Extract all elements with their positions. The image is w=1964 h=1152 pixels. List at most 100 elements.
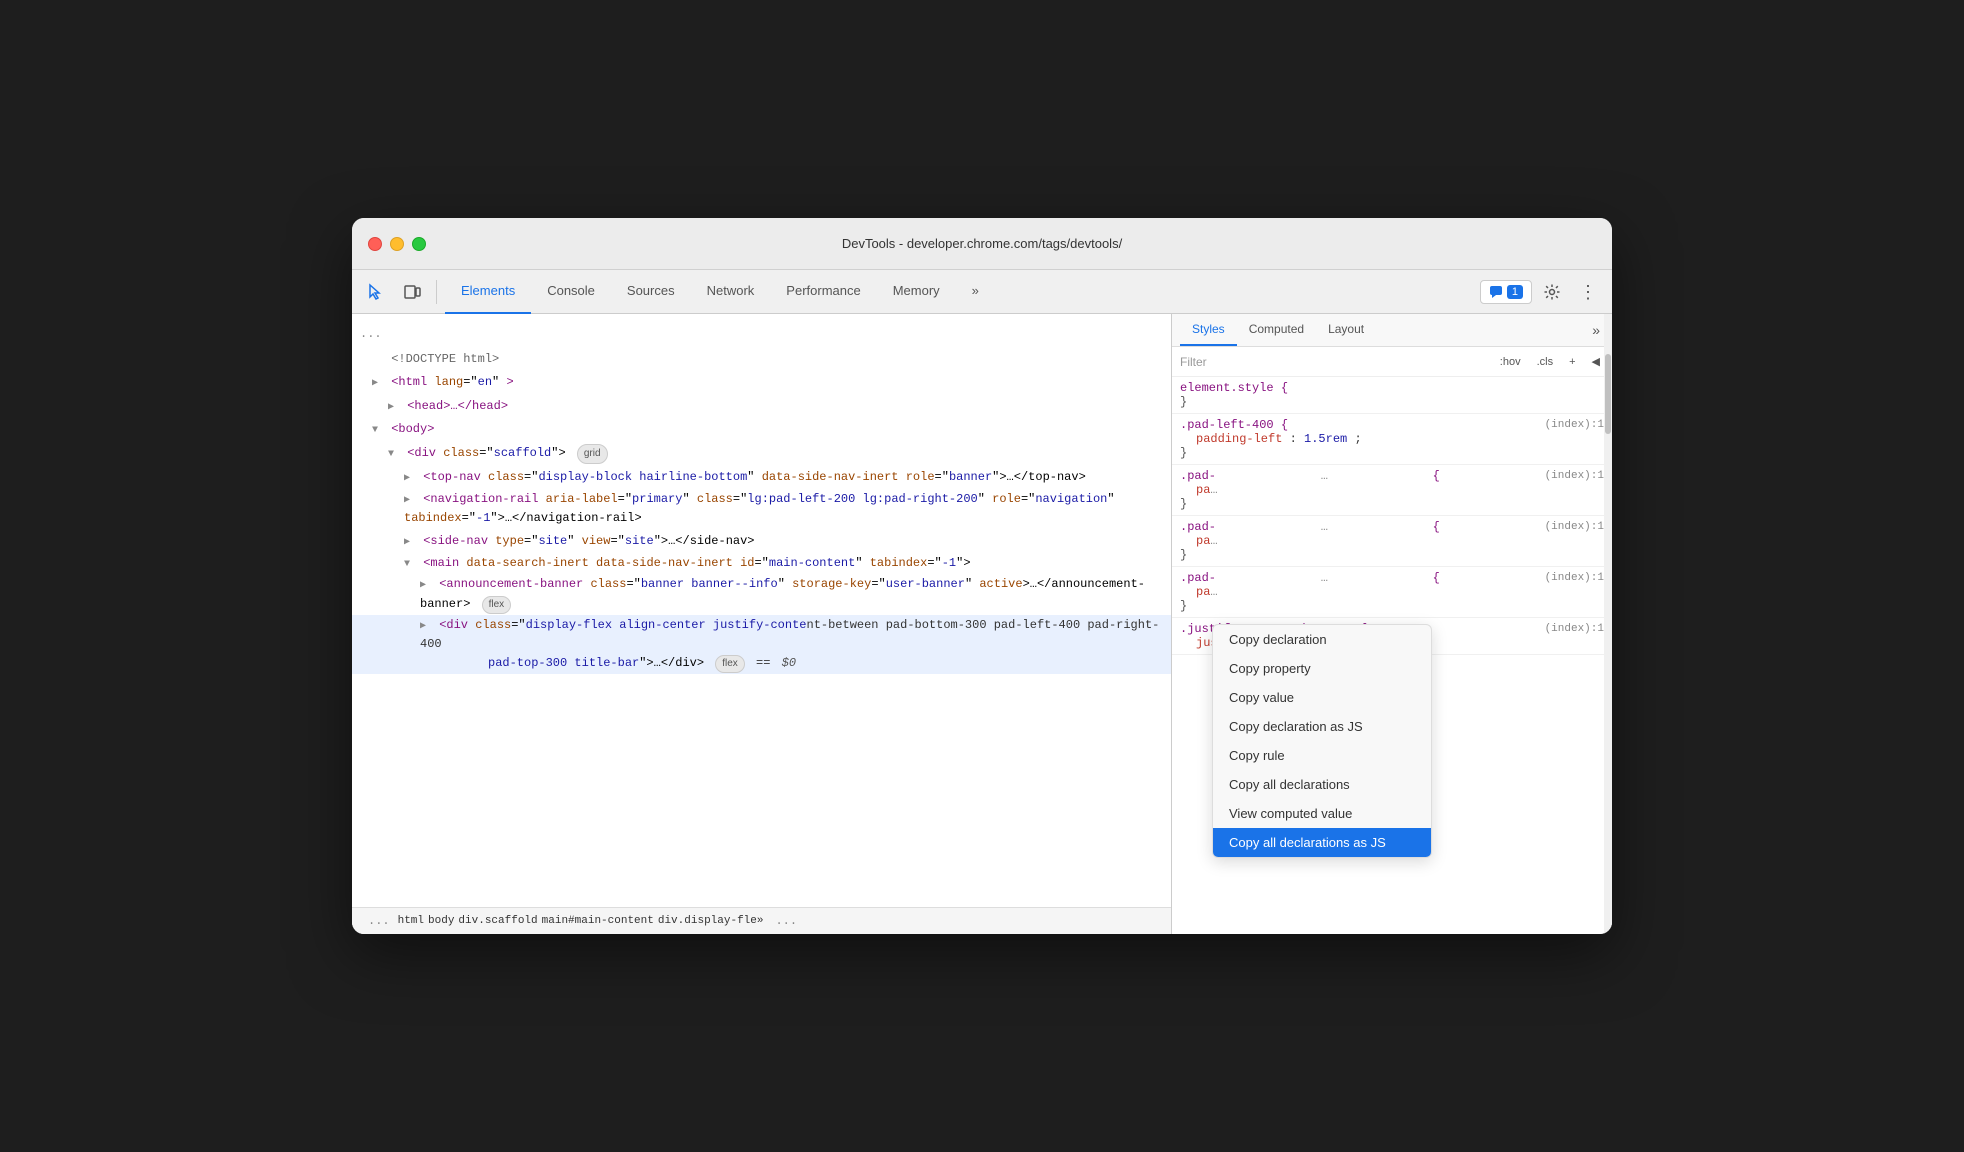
style-selector: .pad- … { (index):1	[1180, 469, 1604, 483]
minimize-button[interactable]	[390, 237, 404, 251]
more-options-button[interactable]: ⋮	[1572, 276, 1604, 308]
dom-three-dots-top[interactable]: ...	[352, 322, 1171, 348]
triangle-icon[interactable]	[420, 619, 432, 635]
issues-count: 1	[1507, 285, 1523, 299]
title-bar: DevTools - developer.chrome.com/tags/dev…	[352, 218, 1612, 270]
dom-line[interactable]: <body>	[352, 418, 1171, 442]
tab-layout[interactable]: Layout	[1316, 314, 1376, 346]
triangle-icon[interactable]	[372, 375, 384, 393]
add-style-button[interactable]: +	[1565, 354, 1579, 370]
styles-scrollbar[interactable]	[1604, 314, 1612, 934]
tab-console[interactable]: Console	[531, 270, 611, 314]
style-property: pa…	[1180, 483, 1604, 497]
tab-styles[interactable]: Styles	[1180, 314, 1237, 346]
style-section-pad-left: .pad-left-400 { (index):1 padding-left :…	[1172, 414, 1612, 465]
style-property: padding-left : 1.5rem ;	[1180, 432, 1604, 446]
styles-panel: Styles Computed Layout » :hov .cls + ◀ e…	[1172, 314, 1612, 934]
context-menu-copy-rule[interactable]: Copy rule	[1213, 741, 1431, 770]
style-property: pa…	[1180, 585, 1604, 599]
breadcrumb-item-html[interactable]: html	[398, 915, 424, 927]
tab-memory[interactable]: Memory	[877, 270, 956, 314]
breadcrumb-item-body[interactable]: body	[428, 915, 454, 927]
style-section-pad4: .pad- … { (index):1 pa… }	[1172, 567, 1612, 618]
style-selector: .pad-left-400 { (index):1	[1180, 418, 1604, 432]
dom-line[interactable]: <side-nav type="site" view="site">…</sid…	[352, 530, 1171, 554]
styles-more-tabs[interactable]: »	[1588, 314, 1604, 346]
filter-bar: :hov .cls + ◀	[1172, 347, 1612, 377]
context-menu-view-computed[interactable]: View computed value	[1213, 799, 1431, 828]
device-toggle-button[interactable]	[396, 276, 428, 308]
context-menu-copy-property[interactable]: Copy property	[1213, 654, 1431, 683]
more-icon: ⋮	[1579, 283, 1597, 301]
breadcrumb-bar: ... html body div.scaffold main#main-con…	[352, 907, 1171, 934]
triangle-icon[interactable]	[404, 470, 416, 488]
dom-line-selected[interactable]: <div class="display-flex align-center ju…	[352, 615, 1171, 675]
context-menu-copy-all-declarations[interactable]: Copy all declarations	[1213, 770, 1431, 799]
triangle-icon[interactable]	[388, 446, 400, 464]
selector-text: element.style {	[1180, 381, 1288, 395]
breadcrumb-more-right[interactable]: ...	[767, 912, 805, 930]
settings-button[interactable]	[1536, 276, 1568, 308]
cursor-icon	[367, 283, 385, 301]
triangle-icon[interactable]	[404, 493, 416, 509]
chat-icon	[1489, 285, 1503, 299]
style-section-element: element.style { }	[1172, 377, 1612, 414]
tab-network[interactable]: Network	[691, 270, 771, 314]
flex-badge: flex	[482, 596, 512, 614]
breadcrumb-item-div[interactable]: div.display-fle»	[658, 915, 764, 927]
gear-icon	[1543, 283, 1561, 301]
dom-line[interactable]: <div class="scaffold"> grid	[352, 442, 1171, 466]
styles-tabs: Styles Computed Layout »	[1172, 314, 1612, 347]
maximize-button[interactable]	[412, 237, 426, 251]
filter-input[interactable]	[1180, 355, 1488, 369]
selector-text: .pad-	[1180, 469, 1216, 483]
style-source[interactable]: (index):1	[1545, 623, 1604, 635]
triangle-icon[interactable]	[404, 557, 416, 573]
toggle-sidebar-button[interactable]: ◀	[1588, 353, 1604, 370]
context-menu-copy-declaration[interactable]: Copy declaration	[1213, 625, 1431, 654]
triangle-icon[interactable]	[372, 422, 384, 440]
style-source[interactable]: (index):1	[1545, 572, 1604, 584]
dom-line: ▶ <!DOCTYPE html>	[352, 348, 1171, 372]
breadcrumb-item-main[interactable]: main#main-content	[542, 915, 654, 927]
style-property: pa…	[1180, 534, 1604, 548]
cls-button[interactable]: .cls	[1533, 354, 1558, 370]
selector-text: .pad-	[1180, 520, 1216, 534]
style-source[interactable]: (index):1	[1545, 470, 1604, 482]
tab-more[interactable]: »	[956, 270, 995, 314]
tab-performance[interactable]: Performance	[770, 270, 876, 314]
breadcrumb-item-scaffold[interactable]: div.scaffold	[458, 915, 537, 927]
tab-computed[interactable]: Computed	[1237, 314, 1316, 346]
context-menu-copy-value[interactable]: Copy value	[1213, 683, 1431, 712]
context-menu-copy-all-js[interactable]: Copy all declarations as JS	[1213, 828, 1431, 857]
devtools-toolbar: Elements Console Sources Network Perform…	[352, 270, 1612, 314]
context-menu-copy-declaration-js[interactable]: Copy declaration as JS	[1213, 712, 1431, 741]
selector-text: .pad-left-400 {	[1180, 418, 1288, 432]
tab-elements[interactable]: Elements	[445, 270, 531, 314]
breadcrumb-more-left[interactable]: ...	[360, 912, 398, 930]
triangle-icon[interactable]	[388, 399, 400, 417]
dom-line[interactable]: <announcement-banner class="banner banne…	[352, 574, 1171, 614]
triangle-icon[interactable]	[420, 578, 432, 594]
hov-button[interactable]: :hov	[1496, 354, 1525, 370]
style-source[interactable]: (index):1	[1545, 521, 1604, 533]
scrollbar-thumb[interactable]	[1605, 354, 1611, 434]
dom-line[interactable]: <head>…</head>	[352, 395, 1171, 419]
issues-badge-button[interactable]: 1	[1480, 280, 1532, 304]
cursor-tool-button[interactable]	[360, 276, 392, 308]
dom-panel: ... ▶ <!DOCTYPE html> <html lang="en" > …	[352, 314, 1172, 934]
tab-sources[interactable]: Sources	[611, 270, 691, 314]
dom-line[interactable]: <main data-search-inert data-side-nav-in…	[352, 553, 1171, 574]
close-button[interactable]	[368, 237, 382, 251]
dom-line[interactable]: <top-nav class="display-block hairline-b…	[352, 466, 1171, 490]
devtools-main: ... ▶ <!DOCTYPE html> <html lang="en" > …	[352, 314, 1612, 934]
context-menu: Copy declaration Copy property Copy valu…	[1212, 624, 1432, 858]
dom-line[interactable]: <navigation-rail aria-label="primary" cl…	[352, 489, 1171, 529]
triangle-icon[interactable]	[404, 534, 416, 552]
selector-text: .pad-	[1180, 571, 1216, 585]
dom-line[interactable]: <html lang="en" >	[352, 371, 1171, 395]
style-source[interactable]: (index):1	[1545, 419, 1604, 431]
dom-content[interactable]: ... ▶ <!DOCTYPE html> <html lang="en" > …	[352, 314, 1171, 907]
grid-badge: grid	[577, 444, 608, 464]
toolbar-tabs: Elements Console Sources Network Perform…	[445, 270, 1476, 314]
